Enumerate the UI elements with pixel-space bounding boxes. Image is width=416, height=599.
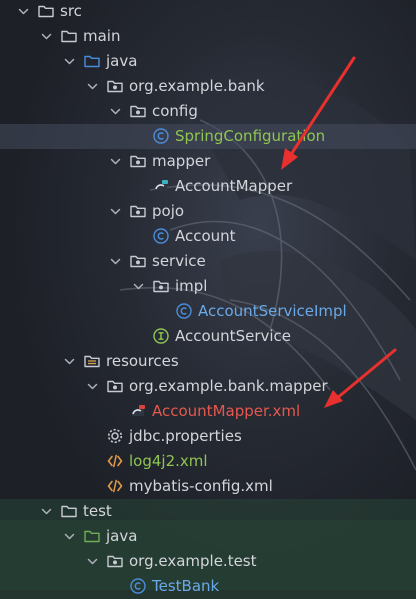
source-folder-icon bbox=[83, 52, 101, 70]
tree-row-impl[interactable]: impl bbox=[0, 274, 416, 299]
tree-row-org-example-bank-mapper[interactable]: org.example.bank.mapper bbox=[0, 374, 416, 399]
tree-item-label: AccountMapper.xml bbox=[152, 402, 301, 420]
tree-row-accountmapper[interactable]: AccountMapper bbox=[0, 174, 416, 199]
chevron-down-icon[interactable] bbox=[63, 354, 76, 367]
package-icon bbox=[106, 77, 124, 95]
chevron-down-icon[interactable] bbox=[109, 154, 122, 167]
class-icon bbox=[152, 127, 170, 145]
tree-item-label: mybatis-config.xml bbox=[129, 477, 273, 495]
tree-row-pojo[interactable]: pojo bbox=[0, 199, 416, 224]
tree-item-label: service bbox=[152, 252, 206, 270]
tree-row-org-example-bank[interactable]: org.example.bank bbox=[0, 74, 416, 99]
tree-row-accountmapper-xml[interactable]: AccountMapper.xml bbox=[0, 399, 416, 424]
tree-row-java[interactable]: java bbox=[0, 49, 416, 74]
package-icon bbox=[129, 102, 147, 120]
package-icon bbox=[106, 377, 124, 395]
tree-row-resources[interactable]: resources bbox=[0, 349, 416, 374]
tree-row-mapper[interactable]: mapper bbox=[0, 149, 416, 174]
tree-item-label: AccountServiceImpl bbox=[198, 302, 347, 320]
tree-row-log4j2-xml[interactable]: log4j2.xml bbox=[0, 449, 416, 474]
tree-row-main[interactable]: main bbox=[0, 24, 416, 49]
class-icon bbox=[152, 227, 170, 245]
tree-row-accountserviceimpl[interactable]: AccountServiceImpl bbox=[0, 299, 416, 324]
tree-row-jdbc-properties[interactable]: jdbc.properties bbox=[0, 424, 416, 449]
tree-row-service[interactable]: service bbox=[0, 249, 416, 274]
chevron-down-icon[interactable] bbox=[109, 204, 122, 217]
tree-item-label: mapper bbox=[152, 152, 211, 170]
properties-gear-icon bbox=[106, 427, 124, 445]
folder-icon bbox=[60, 502, 78, 520]
tree-item-label: org.example.bank bbox=[129, 77, 265, 95]
folder-icon bbox=[60, 27, 78, 45]
tree-row-account[interactable]: Account bbox=[0, 224, 416, 249]
chevron-down-icon[interactable] bbox=[86, 79, 99, 92]
chevron-down-icon[interactable] bbox=[109, 254, 122, 267]
chevron-down-icon[interactable] bbox=[17, 4, 30, 17]
test-folder-icon bbox=[83, 527, 101, 545]
chevron-down-icon[interactable] bbox=[86, 379, 99, 392]
mybatis-mapper-icon bbox=[152, 177, 170, 195]
tree-row-src[interactable]: src bbox=[0, 0, 416, 24]
tree-item-label: impl bbox=[175, 277, 208, 295]
chevron-down-icon[interactable] bbox=[40, 504, 53, 517]
tree-item-label: resources bbox=[106, 352, 179, 370]
tree-item-label: TestBank bbox=[152, 577, 220, 595]
tree-row-test[interactable]: test bbox=[0, 499, 416, 524]
tree-item-label: log4j2.xml bbox=[129, 452, 208, 470]
tree-item-label: org.example.test bbox=[129, 552, 257, 570]
package-icon bbox=[129, 152, 147, 170]
chevron-down-icon[interactable] bbox=[132, 279, 145, 292]
tree-item-label: AccountMapper bbox=[175, 177, 293, 195]
package-icon bbox=[129, 252, 147, 270]
tree-item-label: org.example.bank.mapper bbox=[129, 377, 328, 395]
tree-row-testbank[interactable]: TestBank bbox=[0, 574, 416, 599]
tree-item-label: config bbox=[152, 102, 198, 120]
tree-item-label: main bbox=[83, 27, 121, 45]
package-icon bbox=[152, 277, 170, 295]
tree-row-mybatis-config-xml[interactable]: mybatis-config.xml bbox=[0, 474, 416, 499]
tree-row-springconfiguration[interactable]: SpringConfiguration bbox=[0, 124, 416, 149]
tree-item-label: test bbox=[83, 502, 112, 520]
chevron-down-icon[interactable] bbox=[86, 554, 99, 567]
chevron-down-icon[interactable] bbox=[109, 104, 122, 117]
package-icon bbox=[129, 202, 147, 220]
tree-row-accountservice[interactable]: AccountService bbox=[0, 324, 416, 349]
tree-row-java[interactable]: java bbox=[0, 524, 416, 549]
tree-item-label: jdbc.properties bbox=[129, 427, 242, 445]
tree-item-label: pojo bbox=[152, 202, 185, 220]
package-icon bbox=[106, 552, 124, 570]
tree-item-label: Account bbox=[175, 227, 236, 245]
tree-item-label: src bbox=[60, 2, 82, 20]
tree-item-label: java bbox=[106, 52, 138, 70]
xml-file-icon bbox=[106, 477, 124, 495]
chevron-down-icon[interactable] bbox=[40, 29, 53, 42]
class-icon bbox=[129, 577, 147, 595]
class-icon bbox=[175, 302, 193, 320]
tree-item-label: SpringConfiguration bbox=[175, 127, 326, 145]
chevron-down-icon[interactable] bbox=[63, 54, 76, 67]
tree-row-org-example-test[interactable]: org.example.test bbox=[0, 549, 416, 574]
chevron-down-icon[interactable] bbox=[63, 529, 76, 542]
xml-file-icon bbox=[106, 452, 124, 470]
project-tree: src main java org.example.bank config SpringC… bbox=[0, 0, 416, 599]
tree-item-label: AccountService bbox=[175, 327, 292, 345]
mybatis-xml-icon bbox=[129, 402, 147, 420]
tree-row-config[interactable]: config bbox=[0, 99, 416, 124]
folder-icon bbox=[37, 2, 55, 20]
tree-item-label: java bbox=[106, 527, 138, 545]
resources-folder-icon bbox=[83, 352, 101, 370]
interface-icon bbox=[152, 327, 170, 345]
